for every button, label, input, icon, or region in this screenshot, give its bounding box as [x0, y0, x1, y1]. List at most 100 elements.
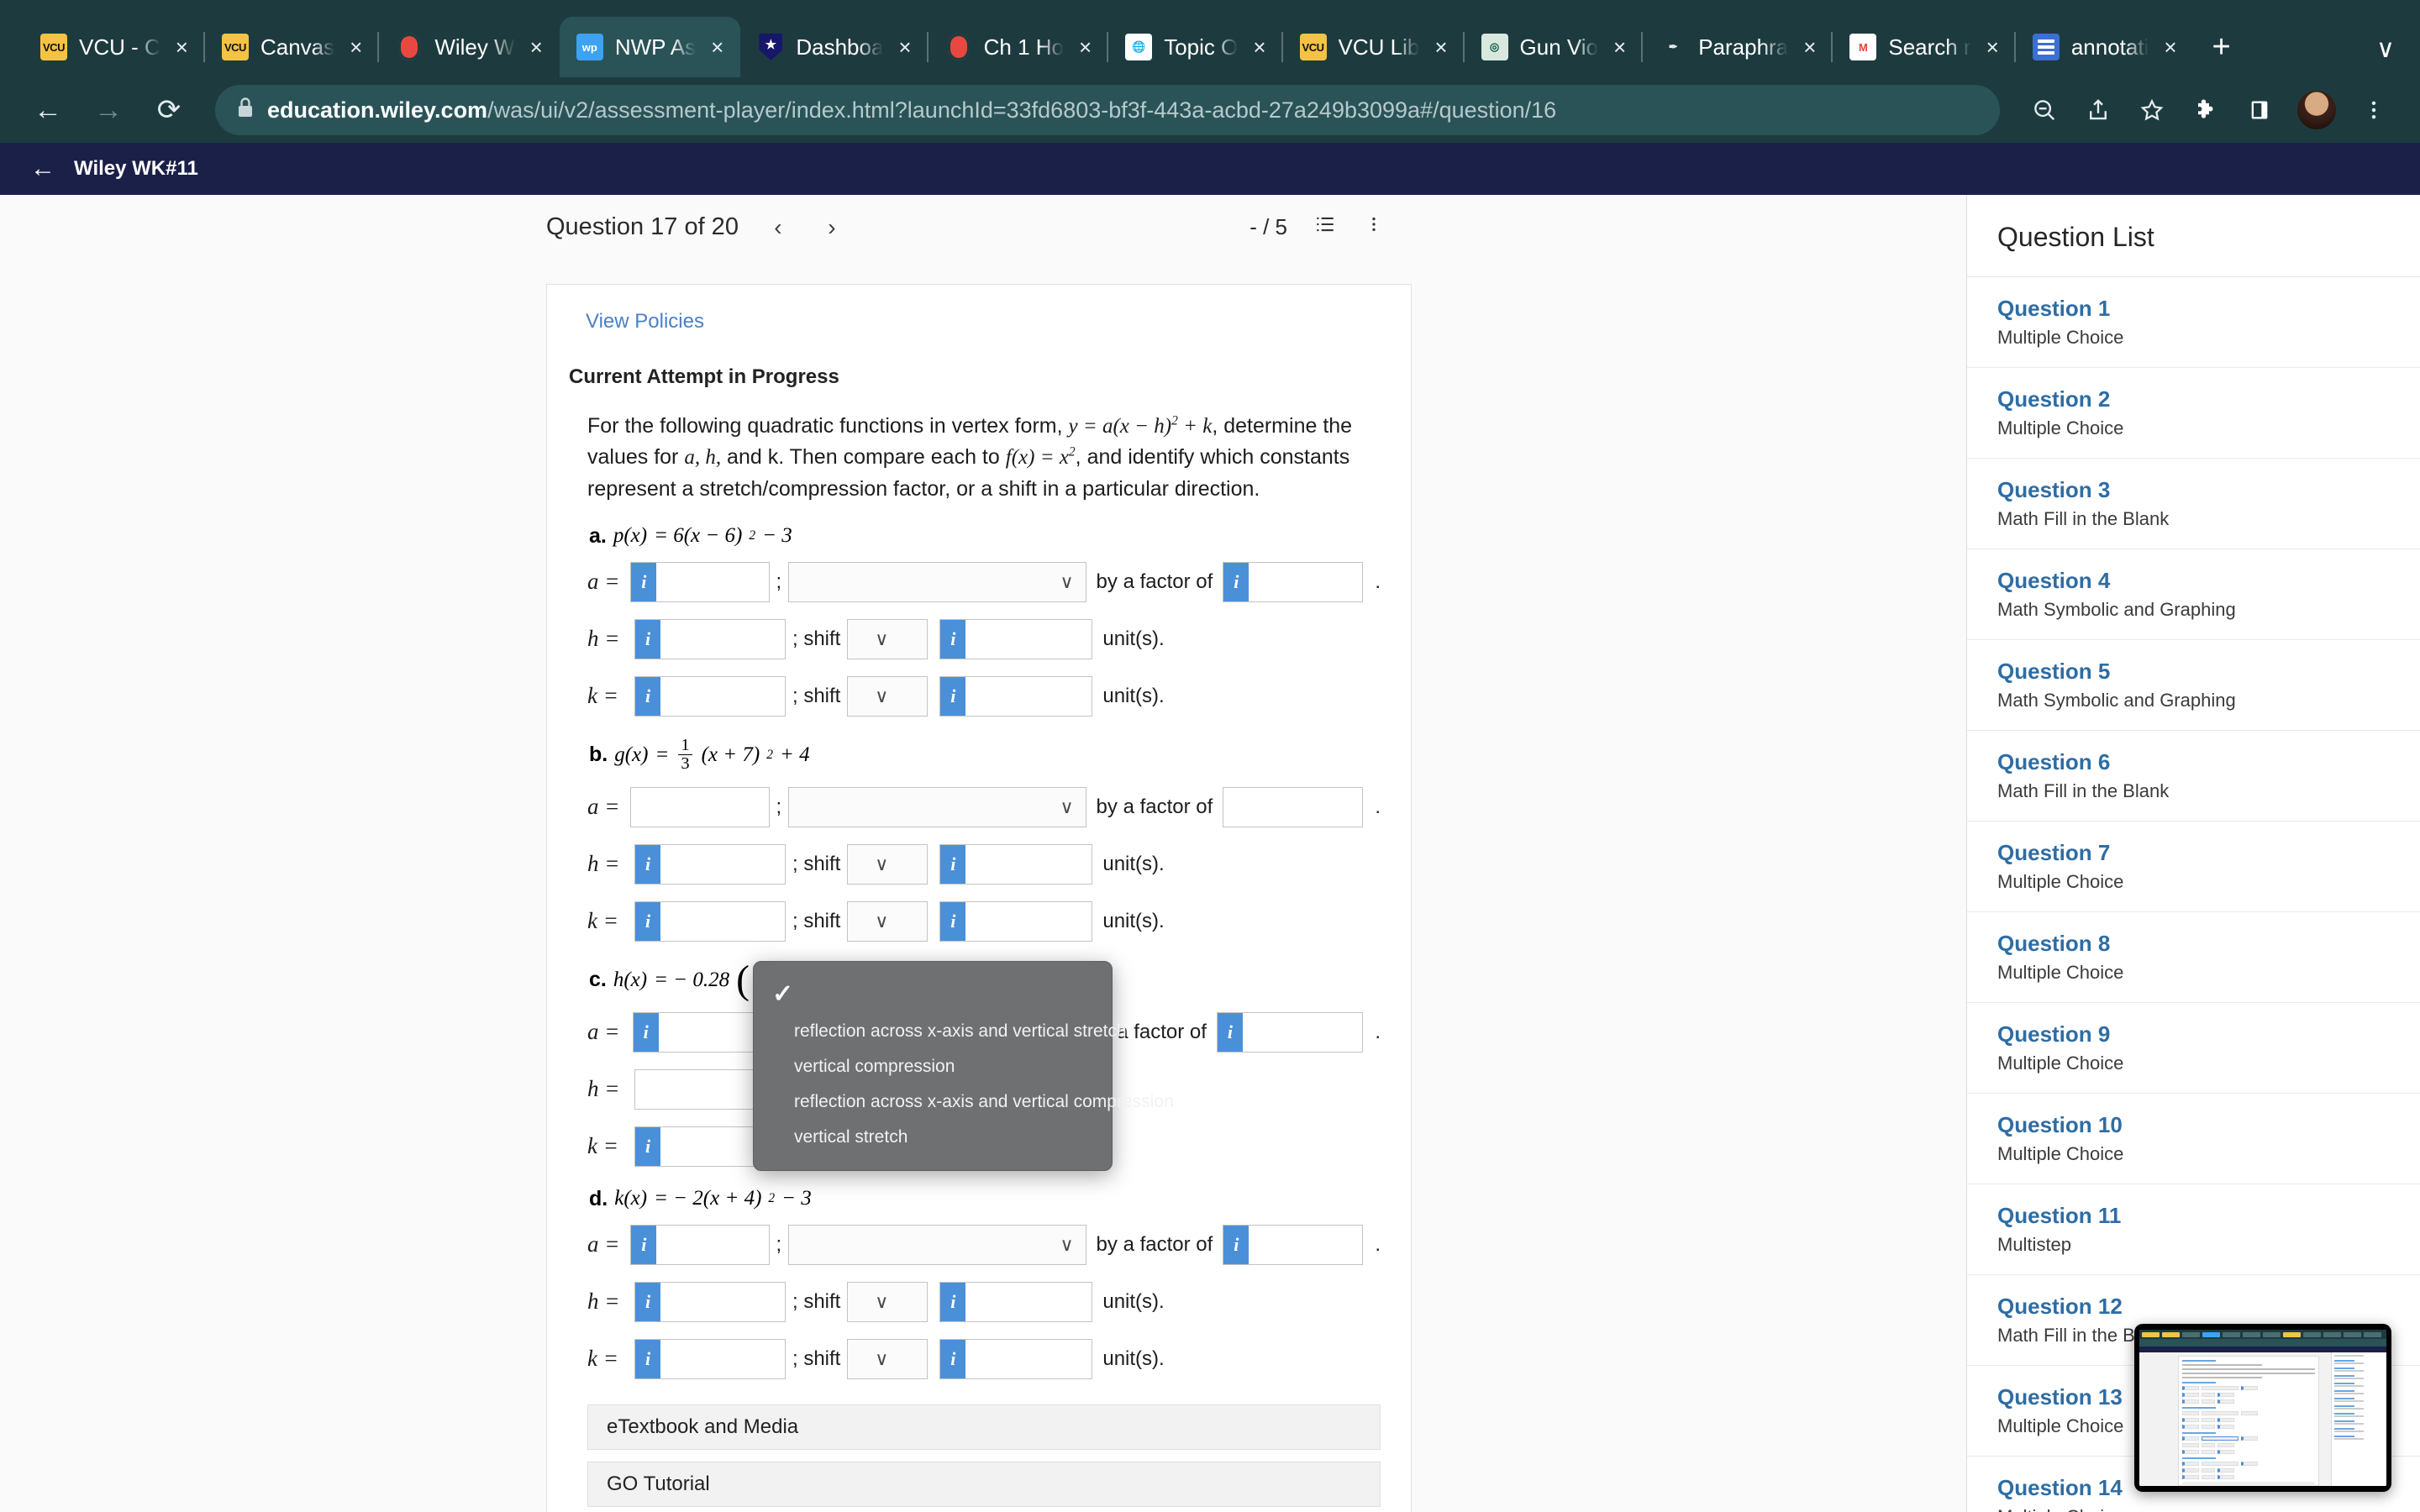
direction-select[interactable]: ∨: [847, 675, 929, 717]
browser-tab[interactable]: M Search r ×: [1833, 17, 2017, 77]
browser-tab[interactable]: annotati ×: [2016, 17, 2194, 77]
kebab-menu-icon[interactable]: [1365, 213, 1383, 241]
share-icon[interactable]: [2074, 86, 2123, 134]
text-input[interactable]: [1242, 1012, 1363, 1052]
sidebar-item[interactable]: Question 4 Math Symbolic and Graphing: [1967, 549, 2420, 640]
info-badge-icon[interactable]: i: [940, 1282, 966, 1321]
transformation-select[interactable]: ∨: [788, 561, 1086, 602]
sidebar-item[interactable]: Question 5 Math Symbolic and Graphing: [1967, 640, 2420, 731]
browser-tab[interactable]: VCU VCU Lib ×: [1283, 17, 1465, 77]
info-badge-icon[interactable]: i: [633, 1012, 659, 1052]
etextbook-and-media-panel[interactable]: eTextbook and Media: [587, 1404, 1381, 1450]
info-badge-icon[interactable]: i: [635, 1282, 660, 1321]
close-icon[interactable]: ×: [1983, 36, 2002, 58]
close-icon[interactable]: ×: [172, 36, 192, 58]
info-badge-icon[interactable]: i: [940, 844, 966, 884]
close-icon[interactable]: ×: [1431, 36, 1450, 58]
units-input[interactable]: i: [939, 618, 1093, 659]
sidebar-item[interactable]: Question 10 Multiple Choice: [1967, 1094, 2420, 1184]
dropdown-option[interactable]: vertical compression: [754, 1049, 1112, 1084]
browser-tab[interactable]: 🌐 Topic O ×: [1108, 17, 1283, 77]
text-input[interactable]: [660, 619, 785, 659]
text-input[interactable]: [656, 1225, 769, 1264]
dropdown-option[interactable]: vertical stretch: [754, 1120, 1112, 1155]
text-input[interactable]: [965, 1282, 1092, 1321]
go-tutorial-panel[interactable]: GO Tutorial: [587, 1461, 1381, 1507]
text-input[interactable]: [1223, 787, 1363, 827]
chevron-down-icon[interactable]: ∨: [2376, 34, 2395, 64]
close-icon[interactable]: ×: [346, 36, 366, 58]
sidebar-item[interactable]: Question 2 Multiple Choice: [1967, 368, 2420, 459]
dropdown-option[interactable]: reflection across x-axis and vertical st…: [754, 1014, 1127, 1049]
next-question-button[interactable]: ›: [818, 214, 846, 241]
close-icon[interactable]: ×: [895, 36, 914, 58]
info-badge-icon[interactable]: i: [635, 1126, 660, 1166]
browser-tab[interactable]: ★ Dashboa ×: [740, 17, 929, 77]
k-value-input[interactable]: i: [634, 675, 786, 717]
info-badge-icon[interactable]: i: [1223, 1225, 1249, 1264]
sidebar-item[interactable]: Question 8 Multiple Choice: [1967, 912, 2420, 1003]
list-icon[interactable]: [1314, 213, 1336, 241]
factor-value-input[interactable]: i: [1223, 1224, 1364, 1265]
factor-value-input[interactable]: i: [1216, 1011, 1364, 1053]
text-input[interactable]: [660, 901, 785, 941]
chrome-menu-icon[interactable]: [2349, 86, 2398, 134]
info-badge-icon[interactable]: i: [1223, 562, 1249, 601]
reload-button[interactable]: ⟳: [143, 84, 195, 136]
info-badge-icon[interactable]: i: [1217, 1012, 1243, 1052]
bookmark-star-icon[interactable]: [2128, 86, 2176, 134]
direction-select[interactable]: ∨: [847, 1338, 929, 1379]
close-icon[interactable]: ×: [1800, 36, 1819, 58]
units-input[interactable]: i: [939, 675, 1093, 717]
info-badge-icon[interactable]: i: [635, 1339, 660, 1378]
browser-tab[interactable]: VCU Canvas ×: [205, 17, 380, 77]
sidebar-item[interactable]: Question 9 Multiple Choice: [1967, 1003, 2420, 1094]
browser-tab[interactable]: ◎ Gun Vio ×: [1465, 17, 1644, 77]
sidebar-item[interactable]: Question 3 Math Fill in the Blank: [1967, 459, 2420, 549]
browser-tab-active[interactable]: wp NWP As ×: [559, 17, 741, 77]
sidebar-item[interactable]: Question 7 Multiple Choice: [1967, 822, 2420, 912]
close-icon[interactable]: ×: [708, 36, 727, 58]
text-input[interactable]: [660, 676, 785, 716]
browser-tab[interactable]: VCU VCU - C ×: [24, 17, 205, 77]
sidebar-item[interactable]: Question 1 Multiple Choice: [1967, 277, 2420, 368]
close-icon[interactable]: ×: [1076, 36, 1095, 58]
view-policies-link[interactable]: View Policies: [569, 307, 1389, 365]
browser-tab[interactable]: ✒ Paraphra ×: [1643, 17, 1833, 77]
close-icon[interactable]: ×: [1610, 36, 1629, 58]
k-value-input[interactable]: i: [634, 900, 786, 942]
back-button[interactable]: ←: [22, 84, 74, 136]
info-badge-icon[interactable]: i: [635, 844, 660, 884]
dropdown-option[interactable]: reflection across x-axis and vertical co…: [754, 1084, 1174, 1120]
text-input[interactable]: [660, 844, 785, 884]
info-badge-icon[interactable]: i: [635, 619, 660, 659]
info-badge-icon[interactable]: i: [940, 1339, 966, 1378]
extensions-puzzle-icon[interactable]: [2181, 86, 2230, 134]
info-badge-icon[interactable]: i: [635, 901, 660, 941]
h-value-input[interactable]: i: [634, 843, 786, 885]
text-input[interactable]: [656, 562, 769, 601]
text-input[interactable]: [965, 901, 1092, 941]
factor-value-input[interactable]: i: [1223, 561, 1364, 602]
text-input[interactable]: [660, 1339, 785, 1378]
text-input[interactable]: [965, 676, 1092, 716]
units-input[interactable]: i: [939, 1281, 1093, 1322]
text-input[interactable]: [965, 619, 1092, 659]
address-bar[interactable]: education.wiley.com/was/ui/v2/assessment…: [215, 85, 2000, 135]
side-panel-icon[interactable]: [2235, 86, 2284, 134]
info-badge-icon[interactable]: i: [940, 619, 966, 659]
sidebar-item[interactable]: Question 6 Math Fill in the Blank: [1967, 731, 2420, 822]
sidebar-item[interactable]: Question 11 Multistep: [1967, 1184, 2420, 1275]
text-input[interactable]: [631, 787, 769, 827]
select-dropdown-popup[interactable]: ✓ reflection across x-axis and vertical …: [753, 961, 1174, 1171]
units-input[interactable]: i: [939, 900, 1093, 942]
prev-question-button[interactable]: ‹: [764, 214, 792, 241]
a-value-input[interactable]: i: [630, 1224, 770, 1265]
info-badge-icon[interactable]: i: [940, 676, 966, 716]
new-tab-button[interactable]: +: [2194, 17, 2249, 77]
info-badge-icon[interactable]: i: [631, 1225, 657, 1264]
text-input[interactable]: [660, 1282, 785, 1321]
close-icon[interactable]: ×: [2160, 36, 2180, 58]
close-icon[interactable]: ×: [527, 36, 546, 58]
h-value-input[interactable]: i: [634, 1281, 786, 1322]
